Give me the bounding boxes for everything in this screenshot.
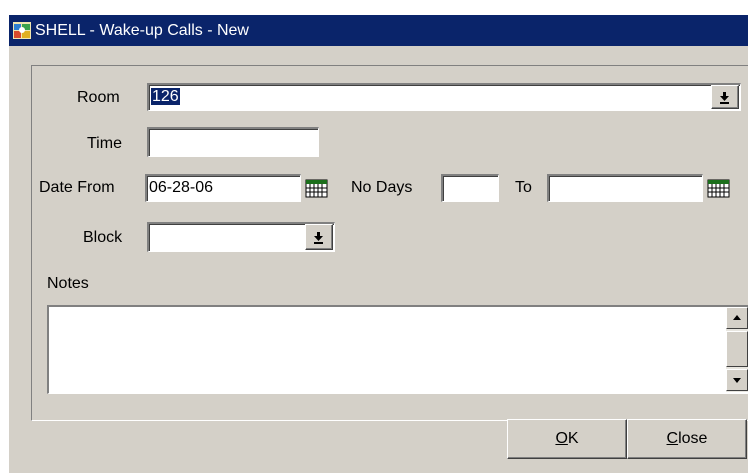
- close-mnemonic: C: [666, 430, 679, 447]
- date-from-field[interactable]: 06-28-06: [145, 174, 301, 202]
- time-field[interactable]: [147, 127, 319, 157]
- calendar-icon: [305, 179, 328, 198]
- title-bar[interactable]: SHELL - Wake-up Calls - New: [9, 15, 748, 46]
- scroll-thumb[interactable]: [726, 331, 748, 367]
- ok-button[interactable]: OK: [507, 419, 627, 459]
- arrow-down-icon: [733, 378, 741, 383]
- notes-label: Notes: [47, 275, 89, 292]
- block-label: Block: [83, 229, 123, 246]
- arrow-up-icon: [733, 315, 741, 320]
- notes-textarea[interactable]: [47, 305, 748, 394]
- notes-scrollbar[interactable]: [726, 307, 748, 392]
- date-from-calendar-button[interactable]: [301, 175, 331, 201]
- room-label: Room: [77, 89, 120, 106]
- room-dropdown-button[interactable]: [711, 85, 739, 109]
- no-days-label: No Days: [351, 179, 413, 196]
- calendar-icon: [707, 179, 730, 198]
- dropdown-arrow-icon: [720, 92, 729, 104]
- scroll-down-button[interactable]: [726, 369, 748, 391]
- date-from-value: 06-28-06: [149, 179, 214, 196]
- app-icon: [13, 22, 31, 39]
- close-label-rest: lose: [678, 430, 708, 447]
- window-title: SHELL - Wake-up Calls - New: [35, 22, 249, 39]
- block-dropdown-button[interactable]: [305, 224, 333, 250]
- room-value: 126: [151, 88, 180, 105]
- to-label: To: [515, 179, 532, 196]
- room-field[interactable]: 126: [147, 83, 741, 111]
- no-days-field[interactable]: [441, 174, 499, 202]
- time-label: Time: [87, 135, 122, 152]
- ok-mnemonic: O: [555, 430, 568, 447]
- close-button[interactable]: Close: [627, 419, 747, 459]
- date-from-label: Date From: [39, 179, 115, 196]
- scroll-up-button[interactable]: [726, 307, 748, 329]
- to-calendar-button[interactable]: [703, 175, 733, 201]
- to-field[interactable]: [547, 174, 703, 202]
- dropdown-arrow-icon: [314, 232, 323, 244]
- ok-label-rest: K: [567, 430, 579, 447]
- dialog-window: SHELL - Wake-up Calls - New Room 126 Tim…: [8, 14, 748, 473]
